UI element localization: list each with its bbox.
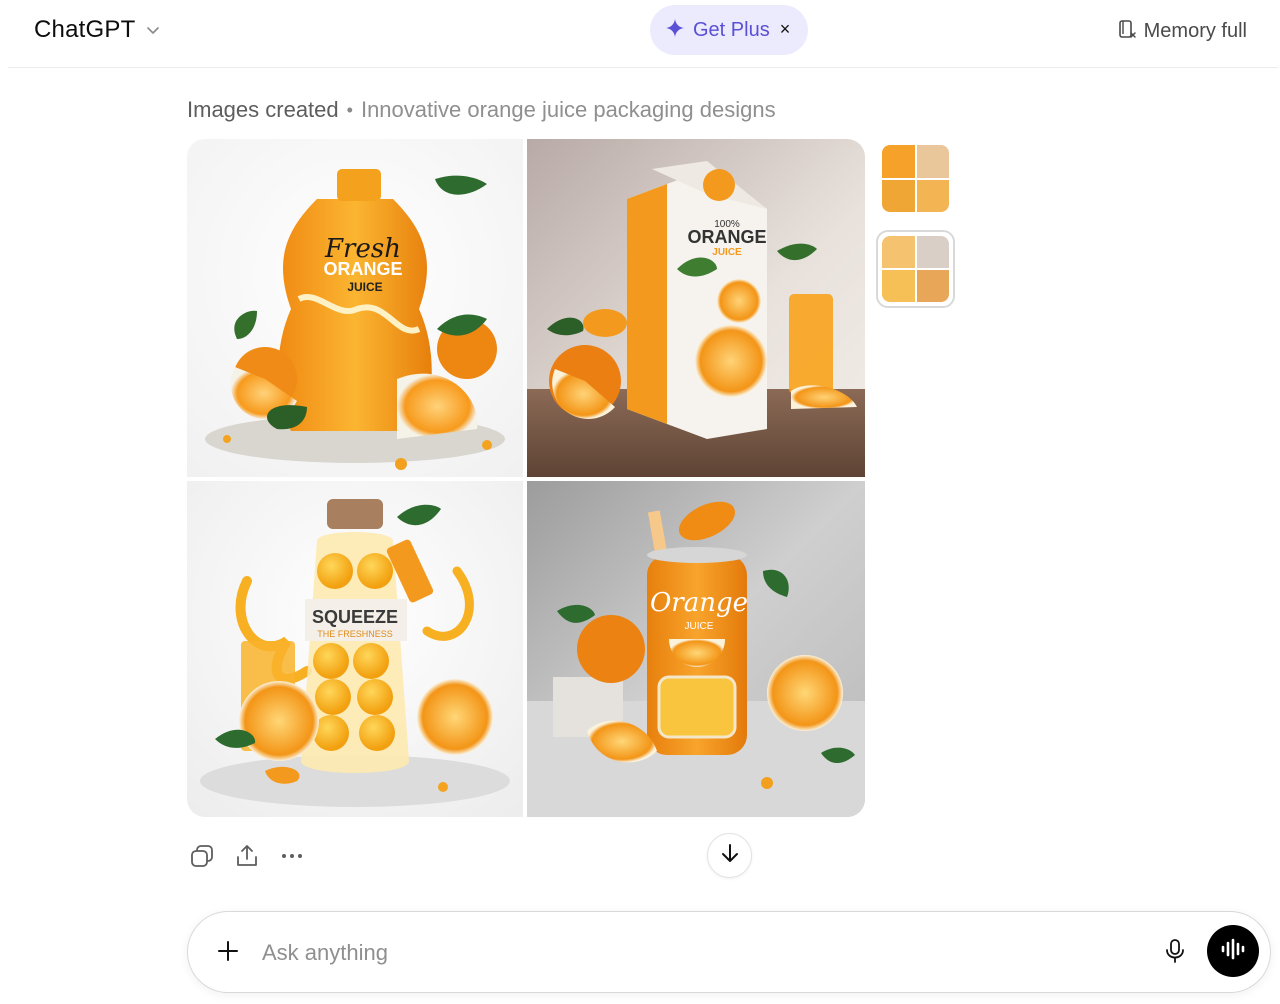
scroll-to-bottom-button[interactable] [707,833,752,878]
thumbnail-set-1[interactable] [882,145,949,212]
arrow-down-icon [719,842,741,869]
thumbnail-image [882,145,915,178]
generated-images-grid: Fresh ORANGE JUICE 100% ORANGE JUICE SQU… [187,139,865,817]
more-options-button[interactable] [277,843,307,873]
generated-image-can[interactable]: Orange JUICE [527,481,865,817]
bottle-label-freshness: THE FRESHNESS [317,629,393,639]
pouch-label-juice: JUICE [347,280,382,294]
bottle-label-squeeze: SQUEEZE [312,607,398,627]
thumbnail-image [916,236,949,268]
carton-label-orange: ORANGE [687,227,766,247]
get-plus-button[interactable]: Get Plus × [650,5,808,55]
header-divider [8,67,1278,68]
images-caption: Images created • Innovative orange juice… [187,97,776,123]
message-actions [187,843,322,873]
images-title[interactable]: Innovative orange juice packaging design… [361,97,776,123]
memory-full-button[interactable]: Memory full [1116,16,1247,46]
can-label-juice: JUICE [685,621,714,632]
pouch-label-orange: ORANGE [323,259,402,279]
generated-image-pouch[interactable]: Fresh ORANGE JUICE [187,139,523,477]
copy-icon [189,843,215,874]
attach-button[interactable] [212,937,244,969]
top-bar: ChatGPT Get Plus × Memory full [0,0,1280,62]
thumbnail-image [882,179,915,212]
voice-mode-button[interactable] [1207,925,1259,977]
can-label-orange: Orange [650,588,748,618]
microphone-icon [1164,938,1186,969]
images-created-label: Images created [187,97,339,122]
thumbnail-image [882,270,915,302]
model-switcher-button[interactable]: ChatGPT [22,8,173,52]
share-icon [234,843,260,874]
thumbnail-image [916,179,949,212]
close-icon[interactable]: × [776,19,794,39]
thumbnail-image [882,236,915,268]
dictate-button[interactable] [1160,937,1190,969]
get-plus-label: Get Plus [693,18,770,41]
model-name: ChatGPT [34,16,136,43]
carton-label-juice: JUICE [712,247,742,258]
caption-separator: • [346,99,353,120]
thumbnail-set-2[interactable] [882,236,949,302]
chevron-down-icon [145,22,161,38]
voice-wave-icon [1220,938,1246,965]
prompt-input[interactable] [262,934,1122,972]
more-icon [279,843,305,874]
thumbnail-image [916,270,949,302]
generated-image-carton[interactable]: 100% ORANGE JUICE [527,139,865,477]
memory-icon [1116,18,1138,45]
memory-full-label: Memory full [1143,19,1247,42]
message-composer [187,911,1271,993]
copy-button[interactable] [187,843,217,873]
thumbnail-image [916,145,949,178]
share-button[interactable] [232,843,262,873]
plus-icon [216,939,240,968]
generated-image-bottle[interactable]: SQUEEZE THE FRESHNESS [187,481,523,817]
sparkle-icon [665,18,685,43]
